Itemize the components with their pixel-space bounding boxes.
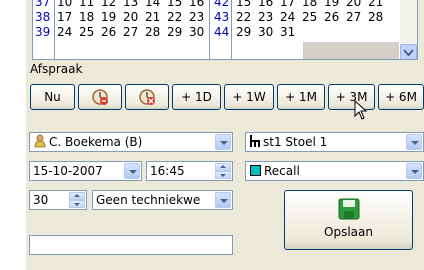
calendar-day[interactable]: 20 — [123, 10, 138, 25]
appointment-type-select[interactable]: Recall — [245, 161, 424, 181]
calendar-day[interactable]: 22 — [167, 10, 182, 25]
technician-select[interactable]: Geen techniekwe — [92, 190, 233, 210]
duration-value: 30 — [33, 193, 49, 207]
now-button[interactable]: Nu — [30, 84, 75, 110]
date-picker[interactable]: 15-10-2007 — [29, 161, 142, 181]
duration-spinner[interactable] — [69, 192, 85, 208]
calendar-day[interactable]: 26 — [324, 10, 339, 25]
chair-value: st1 Stoel 1 — [263, 135, 328, 149]
calendar-day[interactable]: 18 — [302, 0, 317, 10]
dropdown-button[interactable] — [124, 163, 140, 179]
scroll-down-button[interactable] — [400, 44, 417, 59]
calendar-day[interactable]: 30 — [189, 25, 204, 40]
week-number: 37 — [35, 0, 51, 9]
calendar-day[interactable]: 28 — [145, 25, 160, 40]
week-number: 43 — [214, 10, 230, 24]
calendar-day[interactable]: 14 — [145, 0, 160, 10]
calendar-day[interactable]: 22 — [236, 10, 251, 25]
week-number: 39 — [35, 25, 51, 39]
calendar-week-row: 38 17 18 19 20 21 22 23 43 22 23 24 25 2… — [33, 10, 417, 25]
time-field[interactable]: 16:45 — [146, 161, 233, 181]
next-clock-icon — [139, 89, 155, 105]
calendar-week-row: 37 10 11 12 13 14 15 16 42 15 16 17 18 1… — [33, 0, 417, 10]
chair-icon — [250, 135, 260, 147]
calendar-day[interactable]: 29 — [236, 25, 251, 40]
calendar-day[interactable]: 23 — [258, 10, 273, 25]
type-color-swatch — [250, 165, 261, 176]
calendar-scrollbar[interactable] — [400, 0, 417, 59]
time-spinner[interactable] — [215, 163, 231, 179]
week-number: 42 — [214, 0, 230, 9]
calendar-day[interactable]: 18 — [79, 10, 94, 25]
save-label: Opslaan — [324, 225, 373, 239]
calendar-day[interactable]: 27 — [346, 10, 361, 25]
calendar-weeknum-divider — [231, 0, 232, 59]
calendar-day[interactable]: 26 — [101, 25, 116, 40]
prev-clock-icon — [92, 89, 108, 105]
calendar-day[interactable]: 13 — [123, 0, 138, 10]
appointment-panel: 37 10 11 12 13 14 15 16 42 15 16 17 18 1… — [26, 0, 424, 270]
calendar-day[interactable]: 12 — [101, 0, 116, 10]
save-button[interactable]: Opslaan — [284, 190, 413, 250]
calendar-day[interactable]: 31 — [280, 25, 295, 40]
previous-appointment-button[interactable] — [78, 84, 122, 110]
duration-field[interactable]: 30 — [29, 190, 87, 210]
calendar-empty-area — [303, 42, 399, 59]
next-appointment-button[interactable] — [125, 84, 169, 110]
time-value: 16:45 — [150, 164, 185, 178]
calendar-day[interactable]: 15 — [236, 0, 251, 10]
calendar-weeknum-divider — [54, 0, 55, 59]
calendar-day[interactable]: 19 — [324, 0, 339, 10]
type-value: Recall — [264, 164, 300, 178]
calendar-day[interactable]: 10 — [57, 0, 72, 10]
calendar-day[interactable]: 25 — [79, 25, 94, 40]
calendar-week-row: 39 24 25 26 27 28 29 30 44 29 30 31 — [33, 25, 417, 40]
afspraak-label: Afspraak — [30, 62, 83, 76]
calendar-day[interactable]: 20 — [346, 0, 361, 10]
calendar-day[interactable]: 24 — [280, 10, 295, 25]
chevron-down-icon — [403, 49, 414, 57]
plus-1d-button[interactable]: + 1D — [172, 84, 221, 110]
floppy-disk-icon — [338, 198, 359, 220]
chair-select[interactable]: st1 Stoel 1 — [245, 132, 424, 152]
plus-1w-button[interactable]: + 1W — [224, 84, 274, 110]
calendar-month-divider — [209, 0, 210, 59]
calendar-day[interactable]: 19 — [101, 10, 116, 25]
dropdown-button[interactable] — [406, 134, 422, 150]
calendar-day[interactable]: 15 — [167, 0, 182, 10]
mouse-cursor-icon — [354, 100, 368, 120]
calendar-day[interactable]: 17 — [57, 10, 72, 25]
calendar-day[interactable]: 16 — [189, 0, 204, 10]
calendar-day[interactable]: 23 — [189, 10, 204, 25]
calendar-day[interactable]: 29 — [167, 25, 182, 40]
calendar-day[interactable]: 16 — [258, 0, 273, 10]
calendar-day[interactable]: 21 — [145, 10, 160, 25]
dropdown-button[interactable] — [215, 134, 231, 150]
practitioner-value: C. Boekema (B) — [49, 135, 143, 149]
calendar-day[interactable]: 17 — [280, 0, 295, 10]
practitioner-select[interactable]: C. Boekema (B) — [29, 132, 233, 152]
week-number: 44 — [214, 25, 230, 39]
technician-value: Geen techniekwe — [96, 193, 201, 207]
note-input[interactable] — [29, 235, 233, 255]
date-value: 15-10-2007 — [33, 164, 103, 178]
week-number: 38 — [35, 10, 51, 24]
calendar-day[interactable]: 21 — [368, 0, 383, 10]
dropdown-button[interactable] — [406, 163, 422, 179]
plus-6m-button[interactable]: + 6M — [378, 84, 424, 110]
month-calendar[interactable]: 37 10 11 12 13 14 15 16 42 15 16 17 18 1… — [32, 0, 418, 60]
calendar-day[interactable]: 28 — [368, 10, 383, 25]
plus-1m-button[interactable]: + 1M — [277, 84, 325, 110]
calendar-day[interactable]: 25 — [302, 10, 317, 25]
calendar-day[interactable]: 30 — [258, 25, 273, 40]
person-icon — [34, 134, 46, 148]
dropdown-button[interactable] — [215, 192, 231, 208]
calendar-day[interactable]: 24 — [57, 25, 72, 40]
calendar-day[interactable]: 27 — [123, 25, 138, 40]
calendar-day[interactable]: 11 — [79, 0, 94, 10]
